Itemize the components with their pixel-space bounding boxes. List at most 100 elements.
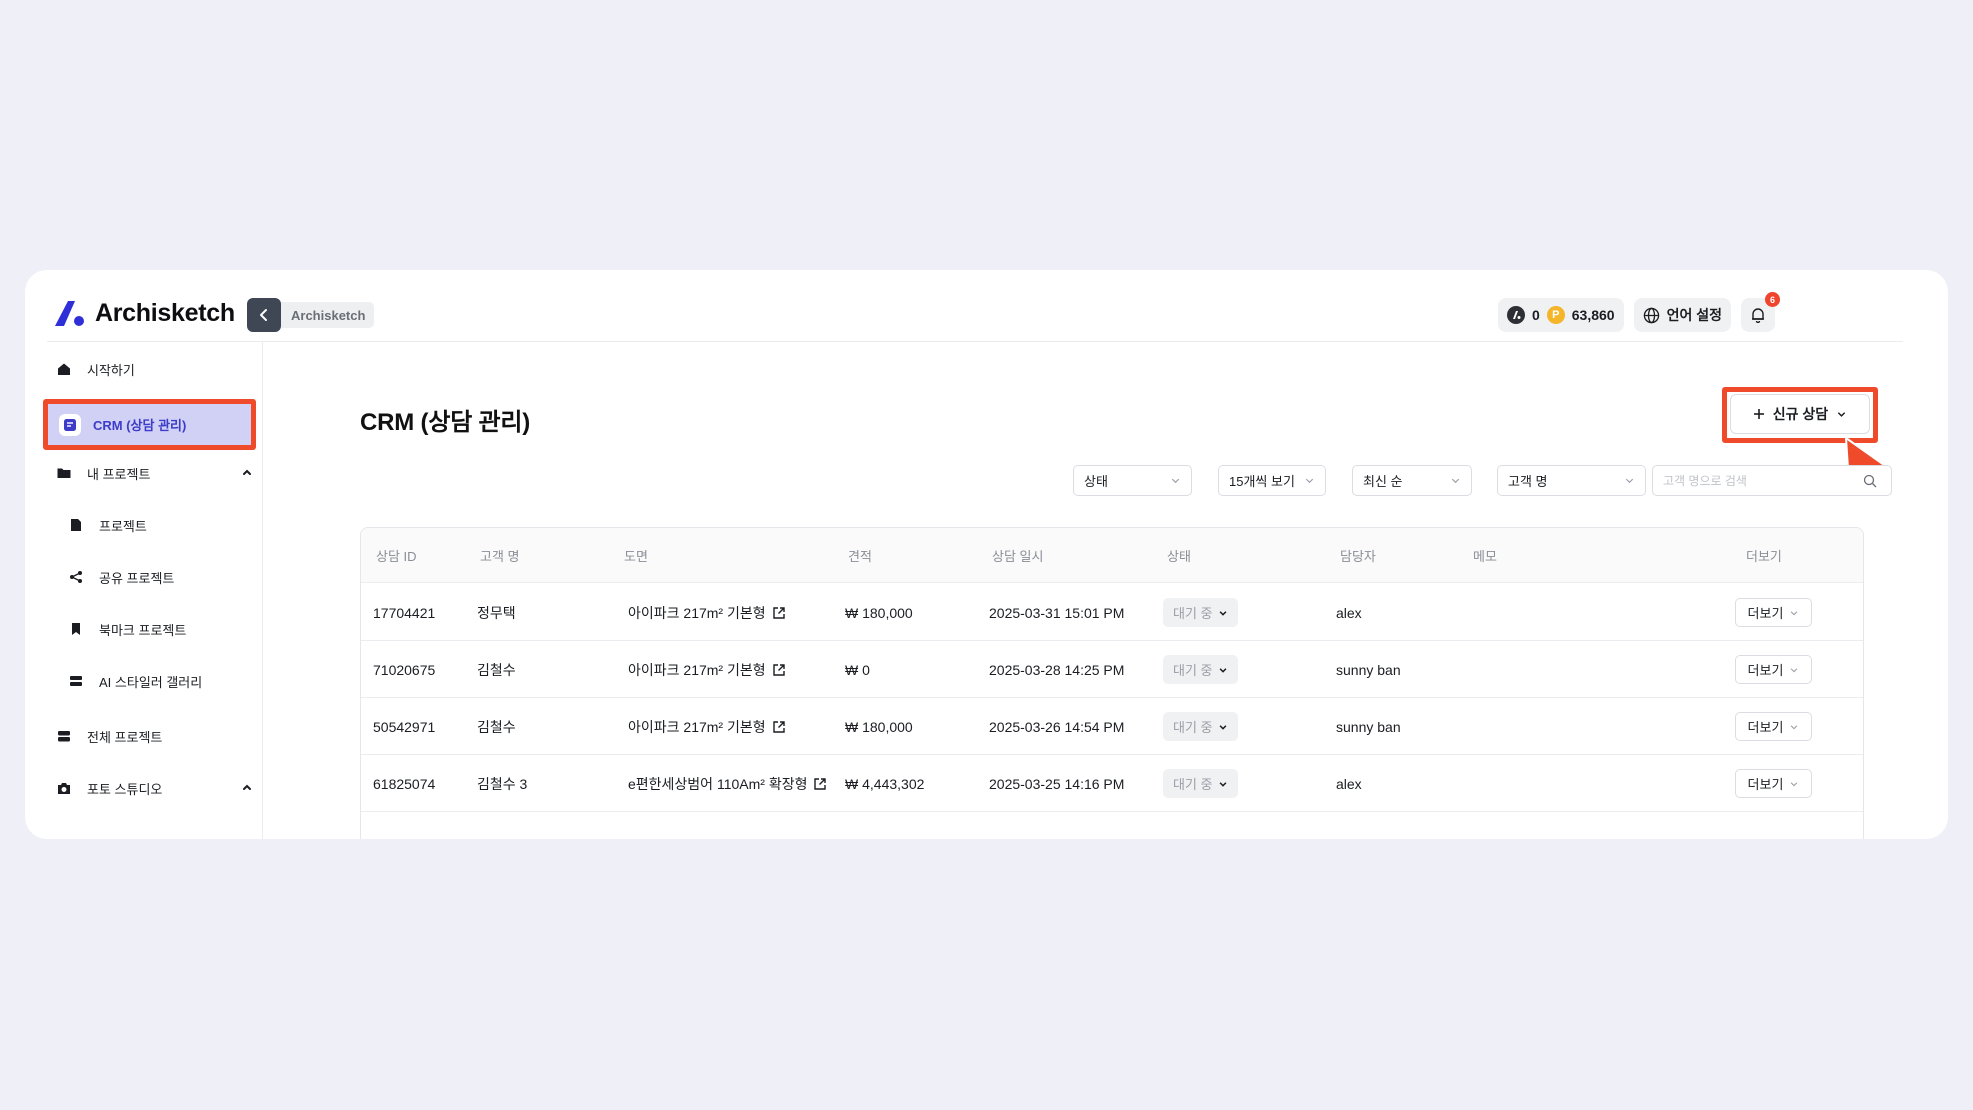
more-button[interactable]: 더보기 <box>1735 598 1812 627</box>
column-header-estimate: 견적 <box>848 549 872 564</box>
column-header-manager: 담당자 <box>1340 549 1376 564</box>
back-button[interactable] <box>247 298 281 332</box>
chevron-down-icon <box>1451 478 1460 484</box>
cell-customer: 김철수 <box>477 661 516 678</box>
points-value: 63,860 <box>1571 307 1615 323</box>
sidebar-item-crm[interactable]: CRM (상담 관리) <box>43 399 256 450</box>
table-row[interactable]: 61825074 김철수 3 e편한세상범어 110Am² 확장형 ₩ 4,44… <box>361 755 1863 812</box>
cell-manager: sunny ban <box>1336 661 1401 678</box>
sort-select[interactable]: 최신 순 <box>1352 465 1472 496</box>
more-button[interactable]: 더보기 <box>1735 712 1812 741</box>
bookmark-icon <box>65 618 87 640</box>
cell-datetime: 2025-03-26 14:54 PM <box>989 718 1125 735</box>
cell-customer: 김철수 3 <box>477 775 528 792</box>
column-header-memo: 메모 <box>1473 549 1497 564</box>
column-header-customer: 고객 명 <box>480 549 520 564</box>
archisketch-logo-icon <box>55 301 84 326</box>
table-row[interactable]: 50542971 김철수 아이파크 217m² 기본형 ₩ 180,000 20… <box>361 698 1863 755</box>
chevron-left-icon <box>260 309 267 321</box>
breadcrumb[interactable]: Archisketch <box>281 302 375 328</box>
sidebar: 시작하기 CRM (상담 관리) 내 프로젝트 프로젝트 공유 프로젝트 북마크… <box>25 342 263 839</box>
cell-id: 71020675 <box>373 661 436 678</box>
app-window: Archisketch Archisketch 0 P 63,860 언어 설정… <box>25 270 1948 839</box>
sidebar-item-start[interactable]: 시작하기 <box>53 352 253 386</box>
cell-plan[interactable]: 아이파크 217m² 기본형 <box>628 584 786 641</box>
top-bar: Archisketch Archisketch 0 P 63,860 언어 설정… <box>25 270 1948 342</box>
cell-status: 대기 중 <box>1163 584 1238 641</box>
plan-link-text[interactable]: 아이파크 217m² 기본형 <box>628 603 766 623</box>
chevron-down-icon <box>1791 781 1798 786</box>
table-row[interactable]: 17704421 정무택 아이파크 217m² 기본형 ₩ 180,000 20… <box>361 584 1863 641</box>
folder-icon <box>53 462 75 484</box>
external-link-icon[interactable] <box>813 777 827 791</box>
column-header-datetime: 상담 일시 <box>992 549 1044 564</box>
points-coin-icon: P <box>1546 306 1565 324</box>
cell-estimate: ₩ 180,000 <box>845 718 913 735</box>
chevron-down-icon <box>1791 667 1798 672</box>
file-icon <box>65 514 87 536</box>
credit-icon <box>1506 306 1525 324</box>
more-label: 더보기 <box>1747 720 1784 735</box>
sidebar-item-bookmark-projects[interactable]: 북마크 프로젝트 <box>65 612 265 646</box>
cell-plan[interactable]: 아이파크 217m² 기본형 <box>628 698 786 755</box>
status-filter-select[interactable]: 상태 <box>1073 465 1192 496</box>
plan-link-text[interactable]: e편한세상범어 110Am² 확장형 <box>628 774 807 794</box>
logo[interactable]: Archisketch <box>53 298 235 328</box>
cell-more: 더보기 <box>1735 584 1812 641</box>
sidebar-item-label: 전체 프로젝트 <box>87 729 163 745</box>
sidebar-item-ai-styler-gallery[interactable]: AI 스타일러 갤러리 <box>65 664 265 698</box>
search-field-value: 고객 명 <box>1508 474 1548 489</box>
external-link-icon[interactable] <box>772 606 786 620</box>
status-dropdown[interactable]: 대기 중 <box>1163 598 1238 627</box>
credits-pill[interactable]: 0 P 63,860 <box>1497 298 1624 332</box>
more-button[interactable]: 더보기 <box>1735 655 1812 684</box>
more-label: 더보기 <box>1747 777 1784 792</box>
status-dropdown[interactable]: 대기 중 <box>1163 769 1238 798</box>
sidebar-item-projects[interactable]: 프로젝트 <box>65 508 265 542</box>
plan-link-text[interactable]: 아이파크 217m² 기본형 <box>628 717 766 737</box>
plan-link-text[interactable]: 아이파크 217m² 기본형 <box>628 660 766 680</box>
sidebar-item-label: 공유 프로젝트 <box>99 570 175 586</box>
external-link-icon[interactable] <box>772 663 786 677</box>
language-button[interactable]: 언어 설정 <box>1633 298 1731 332</box>
header-actions: 0 P 63,860 언어 설정 6 <box>1497 292 1780 332</box>
column-header-id: 상담 ID <box>376 549 417 564</box>
sidebar-item-all-projects[interactable]: 전체 프로젝트 <box>53 719 253 753</box>
cell-plan[interactable]: 아이파크 217m² 기본형 <box>628 641 786 698</box>
chevron-up-icon[interactable] <box>241 781 253 793</box>
cell-plan[interactable]: e편한세상범어 110Am² 확장형 <box>628 755 827 812</box>
search-input[interactable] <box>1663 473 1863 488</box>
logo-text: Archisketch <box>95 298 235 327</box>
cell-status: 대기 중 <box>1163 641 1238 698</box>
plus-icon <box>1753 409 1764 419</box>
search-field-select[interactable]: 고객 명 <box>1497 465 1646 496</box>
language-label: 언어 설정 <box>1666 307 1722 323</box>
stack-icon <box>53 725 75 747</box>
chevron-down-icon <box>1219 610 1226 616</box>
notification-button[interactable]: 6 <box>1741 292 1780 332</box>
more-label: 더보기 <box>1747 663 1784 678</box>
status-value: 대기 중 <box>1173 720 1213 735</box>
table-row[interactable]: 71020675 김철수 아이파크 217m² 기본형 ₩ 0 2025-03-… <box>361 641 1863 698</box>
status-value: 대기 중 <box>1173 606 1213 621</box>
search-box <box>1652 465 1892 496</box>
sidebar-item-photo-studio[interactable]: 포토 스튜디오 <box>53 771 253 805</box>
search-icon[interactable] <box>1863 474 1877 488</box>
cell-estimate: ₩ 0 <box>845 661 870 678</box>
page-title: CRM (상담 관리) <box>360 409 531 436</box>
sidebar-item-my-projects[interactable]: 내 프로젝트 <box>53 456 253 490</box>
status-dropdown[interactable]: 대기 중 <box>1163 712 1238 741</box>
external-link-icon[interactable] <box>772 720 786 734</box>
sidebar-item-label: AI 스타일러 갤러리 <box>99 674 203 690</box>
more-button[interactable]: 더보기 <box>1735 769 1812 798</box>
new-consultation-button[interactable]: 신규 상담 <box>1730 394 1870 434</box>
cell-estimate: ₩ 180,000 <box>845 604 913 621</box>
status-dropdown[interactable]: 대기 중 <box>1163 655 1238 684</box>
notification-badge: 6 <box>1765 292 1780 307</box>
page-size-select[interactable]: 15개씩 보기 <box>1218 465 1326 496</box>
column-header-status: 상태 <box>1167 549 1191 564</box>
chevron-up-icon[interactable] <box>241 466 253 478</box>
chevron-down-icon <box>1219 781 1226 787</box>
sidebar-item-shared-projects[interactable]: 공유 프로젝트 <box>65 560 265 594</box>
consultation-table: 상담 ID 고객 명 도면 견적 상담 일시 상태 담당자 메모 더보기 177… <box>360 527 1864 839</box>
